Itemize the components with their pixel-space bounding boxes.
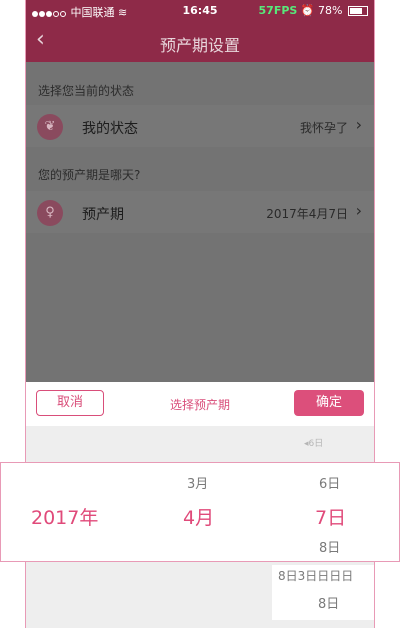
chevron-right-icon: › bbox=[355, 115, 362, 134]
day-next[interactable]: 8日 bbox=[319, 537, 340, 556]
month-selected[interactable]: 4月 bbox=[183, 503, 214, 530]
confirm-button[interactable]: 确定 bbox=[294, 390, 364, 416]
status-bar: 中国联通 ≋ 16:45 57FPS ⏰ 78% bbox=[26, 0, 374, 22]
picker-toolbar: 取消 选择预产期 确定 bbox=[26, 382, 374, 426]
section-label-status: 选择您当前的状态 bbox=[38, 84, 135, 98]
nav-bar: ‹ 预产期设置 bbox=[26, 22, 374, 62]
sprout-icon: ❦ bbox=[37, 114, 63, 140]
month-prev[interactable]: 3月 bbox=[187, 473, 208, 492]
row-my-status[interactable]: ❦ 我的状态 我怀孕了 › bbox=[26, 105, 374, 147]
year-selected[interactable]: 2017年 bbox=[31, 503, 98, 530]
page-title: 预产期设置 bbox=[159, 36, 240, 55]
overlap-text: 8日3日日日日 bbox=[278, 569, 354, 583]
chevron-right-icon: › bbox=[355, 201, 362, 220]
settings-content: 选择您当前的状态 ❦ 我的状态 我怀孕了 › 您的预产期是哪天? ♀ 预产期 2… bbox=[26, 62, 374, 382]
row-label: 预产期 bbox=[82, 207, 124, 223]
picker-zoom-band[interactable]: 2017年 3月 4月 6日 7日 8日 bbox=[0, 462, 400, 562]
alarm-icon: ⏰ bbox=[300, 4, 315, 17]
row-label: 我的状态 bbox=[82, 121, 138, 137]
lower-day-row: 8日 bbox=[272, 585, 374, 620]
ghost-label: ◂6日 bbox=[304, 439, 324, 449]
battery-percent: 78% bbox=[318, 4, 343, 17]
lower-day: 8日 bbox=[318, 597, 340, 612]
fps-counter: 57FPS bbox=[258, 4, 298, 17]
row-due-date[interactable]: ♀ 预产期 2017年4月7日 › bbox=[26, 191, 374, 233]
day-selected[interactable]: 7日 bbox=[315, 503, 346, 530]
row-value: 2017年4月7日 bbox=[266, 207, 348, 221]
battery-icon bbox=[348, 6, 368, 16]
section-label-due-date: 您的预产期是哪天? bbox=[38, 168, 141, 182]
pregnant-icon: ♀ bbox=[37, 200, 63, 226]
row-value: 我怀孕了 bbox=[299, 121, 348, 135]
overlap-row: 8日3日日日日 bbox=[272, 565, 374, 585]
day-prev[interactable]: 6日 bbox=[319, 473, 340, 492]
status-right: 57FPS ⏰ 78% bbox=[259, 4, 368, 17]
